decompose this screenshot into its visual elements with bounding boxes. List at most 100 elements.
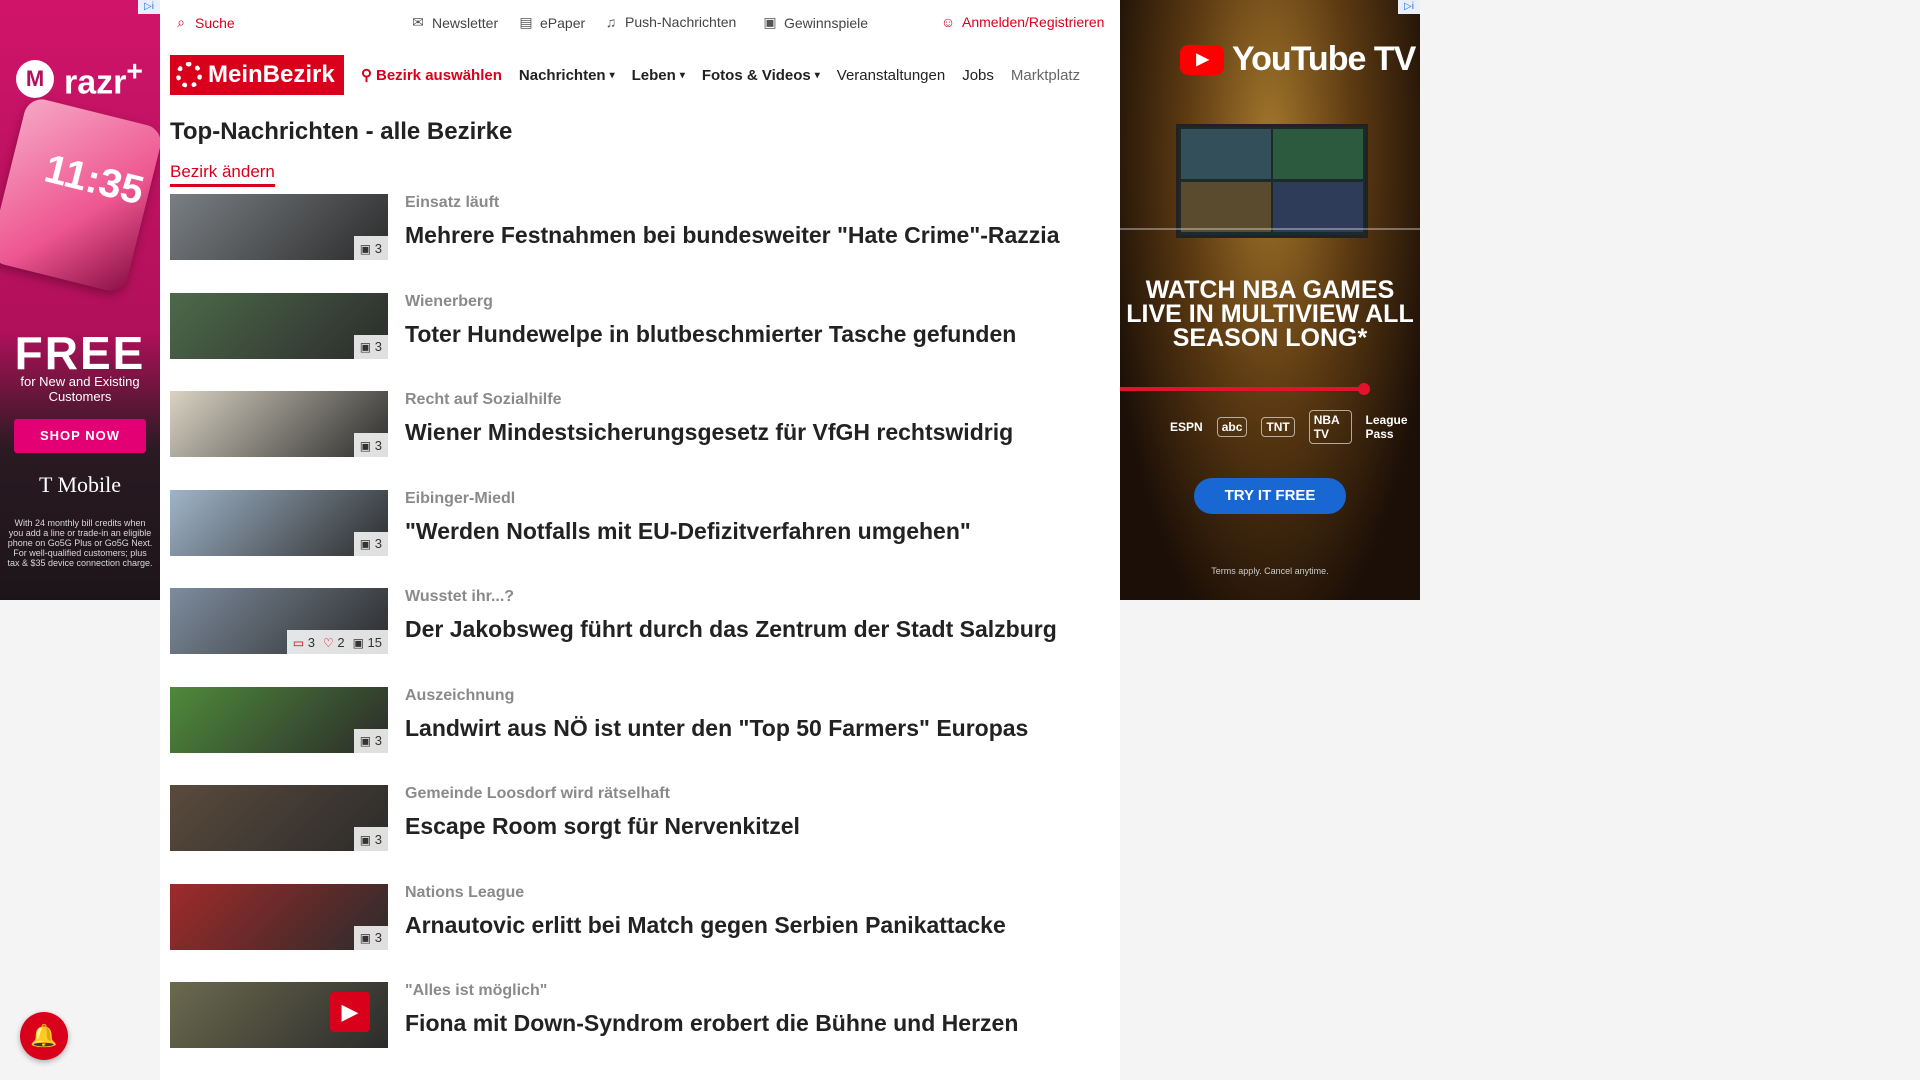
article-headline[interactable]: Fiona mit Down-Syndrom erobert die Bühne… [405, 1010, 1018, 1037]
image-icon: ▣ [359, 734, 372, 748]
tv-screen-quadrant [1181, 129, 1271, 179]
play-icon: ▶ [330, 992, 370, 1032]
article-item[interactable]: ▣ 3 Eibinger-Miedl "Werden Notfalls mit EU… [170, 489, 1110, 556]
article-thumbnail[interactable]: ▣ 3 [170, 785, 388, 851]
media-counter-overlay: ▣ 3 [353, 334, 388, 359]
epaper-link[interactable]: ▤ ePaper [518, 14, 585, 31]
ad-choices-icon[interactable]: ▷i [138, 0, 160, 14]
image-icon: ▣ [359, 340, 372, 354]
article-thumbnail[interactable]: ▣ 3 [170, 194, 388, 260]
push-label: Push-Nachrichten [625, 14, 737, 30]
article-headline[interactable]: Landwirt aus NÖ ist unter den "Top 50 Fa… [405, 715, 1028, 742]
article-thumbnail[interactable]: ▶ [170, 982, 388, 1048]
progress-dot [1358, 383, 1370, 395]
progress-bar [1120, 387, 1362, 391]
ad-subline: for New and Existing Customers [20, 374, 140, 404]
article-item[interactable]: ▣ 3 Recht auf Sozialhilfe Wiener Mindestsi… [170, 391, 1110, 457]
court-lines [1120, 228, 1420, 260]
search-link[interactable]: ⌕ Suche [173, 14, 235, 31]
comment-count: 3 [307, 634, 315, 650]
article-headline[interactable]: Toter Hundewelpe in blutbeschmierter Tas… [405, 321, 1016, 348]
article-kicker: Eibinger-Miedl [405, 489, 516, 507]
phone-image: 11:35 [0, 95, 160, 295]
login-link[interactable]: ☺ Anmelden/Registrieren [940, 14, 1105, 30]
nav-label: Marktplatz [1010, 66, 1081, 84]
article-thumbnail[interactable]: ▣ 3 [170, 686, 388, 753]
comment-icon: ▭ [292, 635, 305, 650]
nav-item-fotos-videos[interactable]: Fotos & Videos ▾ [702, 67, 820, 84]
games-link[interactable]: ▣ Gewinnspiele [762, 14, 868, 31]
nav-item-jobs[interactable]: Jobs [962, 67, 994, 84]
article-thumbnail[interactable]: ▣ 3 [170, 883, 388, 950]
article-thumbnail[interactable]: ▣ 3 [170, 391, 388, 457]
article-kicker: Gemeinde Loosdorf wird rätselhaft [405, 785, 670, 802]
left-ad-banner[interactable]: ▷i M razr+ 11:35 FREE for New and Existi… [0, 0, 160, 600]
search-label: Suche [195, 14, 235, 31]
article-headline[interactable]: Escape Room sorgt für Nervenkitzel [405, 813, 800, 840]
user-icon: ☺ [940, 14, 956, 30]
article-thumbnail[interactable]: ▭ 3 ♡ 2 ▣ 15 [170, 588, 388, 654]
article-kicker: Recht auf Sozialhilfe [405, 391, 562, 408]
ad-headline: FREE [14, 327, 146, 379]
content-area: Top-Nachrichten - alle Bezirke Bezirk än… [170, 118, 1110, 1048]
nav-label: Leben [631, 66, 676, 84]
article-headline[interactable]: Wiener Mindestsicherungsgesetz für VfGH … [405, 419, 1013, 446]
league-pass-logo: League Pass [1365, 413, 1408, 441]
newsletter-link[interactable]: ✉ Newsletter [410, 14, 498, 31]
article-item[interactable]: ▣ 3 Nations League Arnautovic erlitt bei M… [170, 883, 1110, 950]
district-select-label: Bezirk auswählen [376, 66, 502, 84]
nav-item-veranstaltungen[interactable]: Veranstaltungen [837, 67, 945, 84]
image-count: 15 [367, 634, 382, 650]
ad-headline: WATCH NBA GAMES LIVE IN MULTIVIEW ALL SE… [1126, 276, 1414, 352]
article-item[interactable]: ▶ "Alles ist möglich" Fiona mit Down-Syndr… [170, 982, 1110, 1048]
article-item[interactable]: ▣ 3 Gemeinde Loosdorf wird rätselhaft Esca… [170, 785, 1110, 851]
espn-logo: ESPN [1170, 420, 1203, 434]
article-item[interactable]: ▭ 3 ♡ 2 ▣ 15 Wusstet ihr...? Der Jakobsweg f… [170, 588, 1110, 654]
chevron-down-icon: ▾ [679, 69, 685, 81]
gift-icon: ▣ [763, 14, 777, 30]
image-icon: ▣ [359, 438, 372, 453]
bell-icon: ♫ [605, 14, 617, 30]
article-headline[interactable]: Arnautovic erlitt bei Match gegen Serbie… [405, 912, 1006, 939]
ad-choices-icon[interactable]: ▷i [1398, 0, 1420, 14]
nav-item-leben[interactable]: Leben ▾ [632, 67, 685, 84]
media-counter-overlay: ▭ 3 ♡ 2 ▣ 15 [286, 630, 388, 654]
games-label: Gewinnspiele [784, 14, 869, 31]
abc-logo: abc [1216, 417, 1248, 437]
tv-screen-quadrant [1273, 182, 1363, 232]
tv-multiview-image [1176, 124, 1368, 238]
right-ad-banner[interactable]: ▷i ▶ YouTube TV WATCH NBA GAMES LIVE IN … [1120, 0, 1420, 600]
tv-screen-quadrant [1181, 182, 1271, 232]
nbatv-logo: NBA TV [1308, 410, 1352, 444]
article-item[interactable]: ▣ 3 Auszeichnung Landwirt aus NÖ ist unter… [170, 686, 1110, 753]
location-pin-icon: ⚲ [361, 67, 372, 84]
article-headline[interactable]: Der Jakobsweg führt durch das Zentrum de… [405, 616, 1057, 643]
nav-item-nachrichten[interactable]: Nachrichten ▾ [519, 67, 615, 84]
nav-item-marktplatz[interactable]: Marktplatz [1011, 67, 1080, 84]
article-item[interactable]: ▣ 3 Einsatz läuft Mehrere Festnahmen bei b… [170, 194, 1110, 260]
article-headline[interactable]: "Werden Notfalls mit EU-Defizitverfahren… [405, 518, 971, 545]
change-district-link[interactable]: Bezirk ändern [170, 162, 275, 187]
site-logo[interactable]: MeinBezirk [170, 55, 344, 95]
district-select[interactable]: ⚲ Bezirk auswählen [361, 66, 502, 85]
tv-screen-quadrant [1273, 129, 1363, 179]
carrier-logo: T Mobile [38, 472, 122, 497]
nav-label: Fotos & Videos [701, 66, 811, 84]
article-headline[interactable]: Mehrere Festnahmen bei bundesweiter "Hat… [405, 222, 1060, 249]
push-notifications-link[interactable]: ♫ Push-Nachrichten [603, 14, 737, 30]
youtube-tv-logo: ▶ YouTube TV [1180, 40, 1416, 79]
nav-label: Nachrichten [518, 66, 606, 84]
motorola-logo-icon: M [16, 60, 54, 99]
logo-mark-icon [176, 62, 202, 88]
shop-now-button[interactable]: SHOP NOW [14, 419, 146, 453]
image-icon: ▣ [352, 635, 364, 650]
media-counter-overlay: ▣ 3 [353, 433, 388, 457]
try-it-free-button[interactable]: TRY IT FREE [1194, 478, 1346, 514]
ad-fineprint: With 24 monthly bill credits when you ad… [7, 518, 153, 568]
article-item[interactable]: ▣ 3 Wienerberg Toter Hundewelpe in blutbes… [170, 292, 1110, 359]
image-count: 3 [374, 339, 382, 354]
main-column: ⌕ Suche ✉ Newsletter ▤ ePaper ♫ Push-Nac… [160, 0, 1120, 1080]
notification-bell-button[interactable]: 🔔 [20, 1012, 68, 1060]
article-thumbnail[interactable]: ▣ 3 [170, 489, 388, 556]
article-thumbnail[interactable]: ▣ 3 [170, 292, 388, 359]
